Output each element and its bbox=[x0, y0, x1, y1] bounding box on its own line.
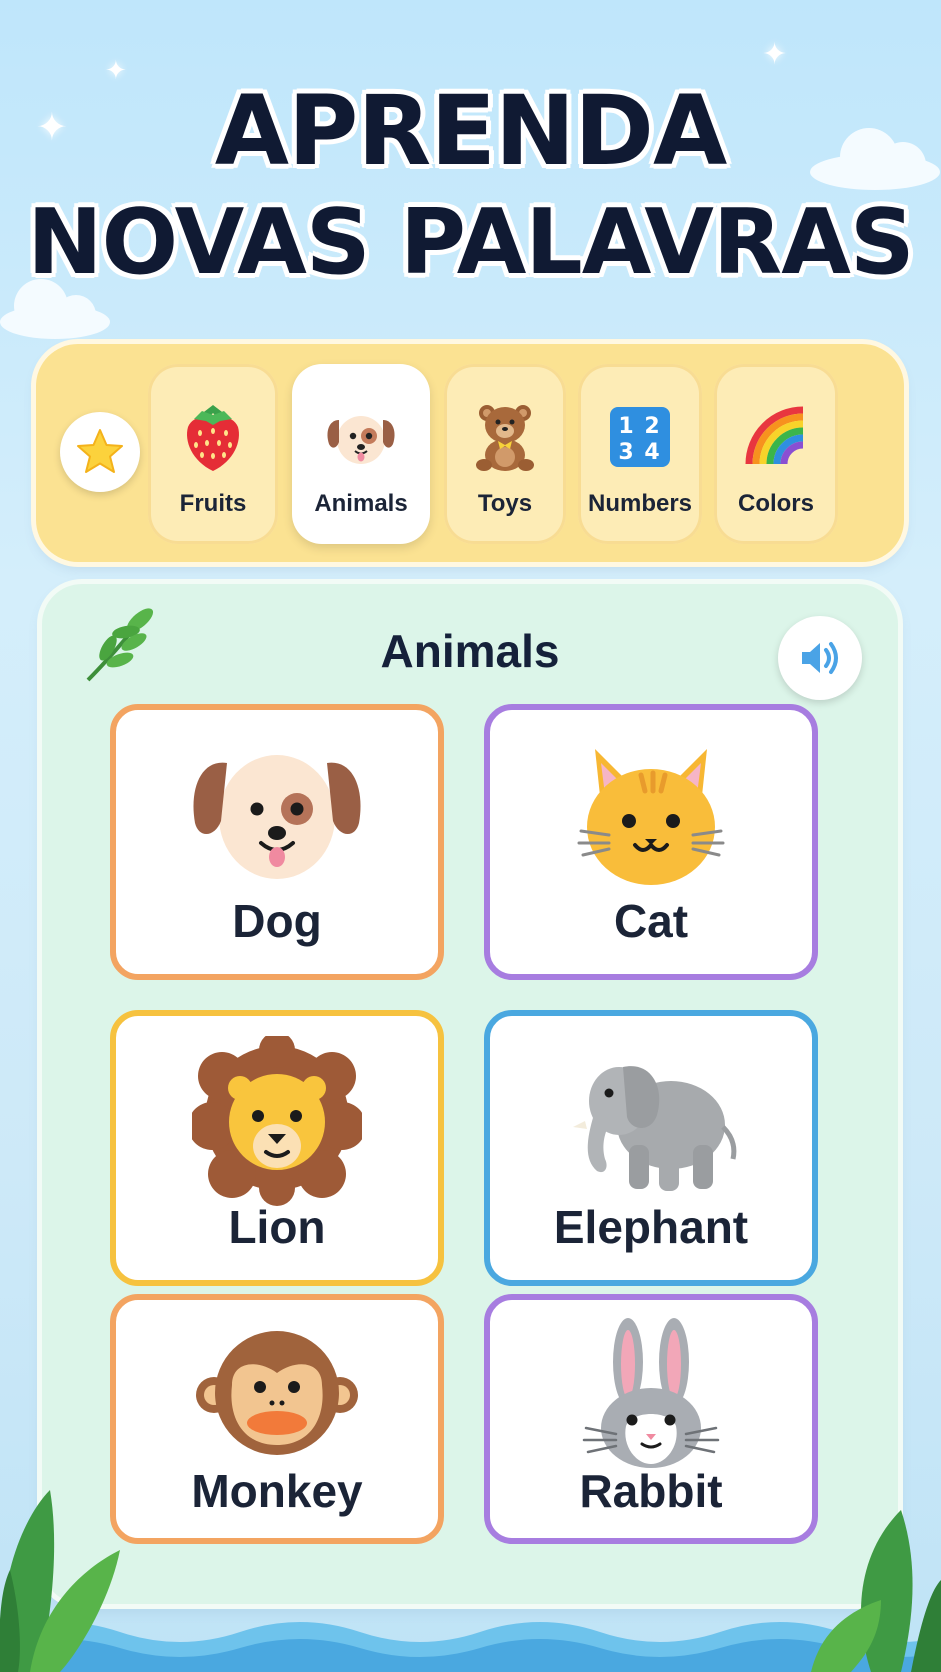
tab-numbers[interactable]: 1 2 3 4 Numbers bbox=[578, 364, 702, 544]
card-word: Elephant bbox=[553, 1201, 749, 1253]
plant-left-decoration bbox=[0, 1490, 120, 1672]
svg-text:2: 2 bbox=[644, 414, 659, 439]
star-icon bbox=[77, 429, 123, 473]
tab-fruits[interactable]: Fruits bbox=[148, 364, 278, 544]
speaker-icon bbox=[802, 642, 838, 674]
svg-text:1: 1 bbox=[618, 414, 633, 439]
tab-animals[interactable]: Animals bbox=[292, 364, 430, 544]
favorites-button[interactable] bbox=[60, 412, 140, 492]
tab-toys[interactable]: Toys bbox=[444, 364, 566, 544]
rabbit-icon bbox=[582, 1318, 720, 1468]
tab-label: Numbers bbox=[587, 490, 693, 517]
word-card-rabbit[interactable]: Rabbit bbox=[484, 1294, 818, 1544]
teddy-bear-icon bbox=[476, 405, 534, 471]
title-line-2: NOVAS PALAVRAS bbox=[27, 190, 914, 295]
play-audio-button[interactable] bbox=[778, 616, 862, 700]
card-word: Cat bbox=[613, 895, 689, 947]
card-word: Rabbit bbox=[579, 1465, 723, 1517]
card-word: Dog bbox=[232, 895, 322, 947]
title-line-1: APRENDA bbox=[214, 75, 727, 187]
lion-icon bbox=[192, 1036, 362, 1206]
puppy-icon bbox=[327, 416, 395, 464]
cat-icon bbox=[577, 749, 725, 885]
tab-label: Fruits bbox=[179, 490, 247, 517]
word-card-cat[interactable]: Cat bbox=[484, 704, 818, 980]
dog-icon bbox=[193, 755, 361, 879]
word-panel: Animals Dog Cat Lion Elephant Monkey Rab… bbox=[42, 584, 898, 1604]
card-word: Lion bbox=[228, 1201, 326, 1253]
word-card-monkey[interactable]: Monkey bbox=[110, 1294, 444, 1544]
tab-label: Colors bbox=[737, 490, 814, 517]
monkey-icon bbox=[196, 1331, 358, 1455]
page-title: APRENDA NOVAS PALAVRAS bbox=[0, 75, 941, 299]
tab-colors[interactable]: Colors bbox=[714, 364, 838, 544]
tab-label: Toys bbox=[477, 490, 533, 517]
category-bar: Fruits Animals Toys 1 2 3 4 Numbers Colo… bbox=[36, 344, 904, 562]
plant-right-decoration bbox=[811, 1510, 941, 1672]
word-card-lion[interactable]: Lion bbox=[110, 1010, 444, 1286]
rainbow-icon bbox=[745, 406, 804, 465]
svg-text:4: 4 bbox=[644, 440, 659, 465]
strawberry-icon bbox=[187, 405, 239, 471]
sparkle-icon: ✦ bbox=[762, 37, 788, 72]
word-card-dog[interactable]: Dog bbox=[110, 704, 444, 980]
svg-text:3: 3 bbox=[618, 440, 633, 465]
numbers-1234-icon: 1 2 3 4 bbox=[610, 407, 670, 467]
elephant-icon bbox=[573, 1066, 737, 1191]
section-title: Animals bbox=[380, 625, 560, 677]
word-card-elephant[interactable]: Elephant bbox=[484, 1010, 818, 1286]
card-word: Monkey bbox=[191, 1465, 363, 1517]
tab-label: Animals bbox=[314, 490, 408, 517]
